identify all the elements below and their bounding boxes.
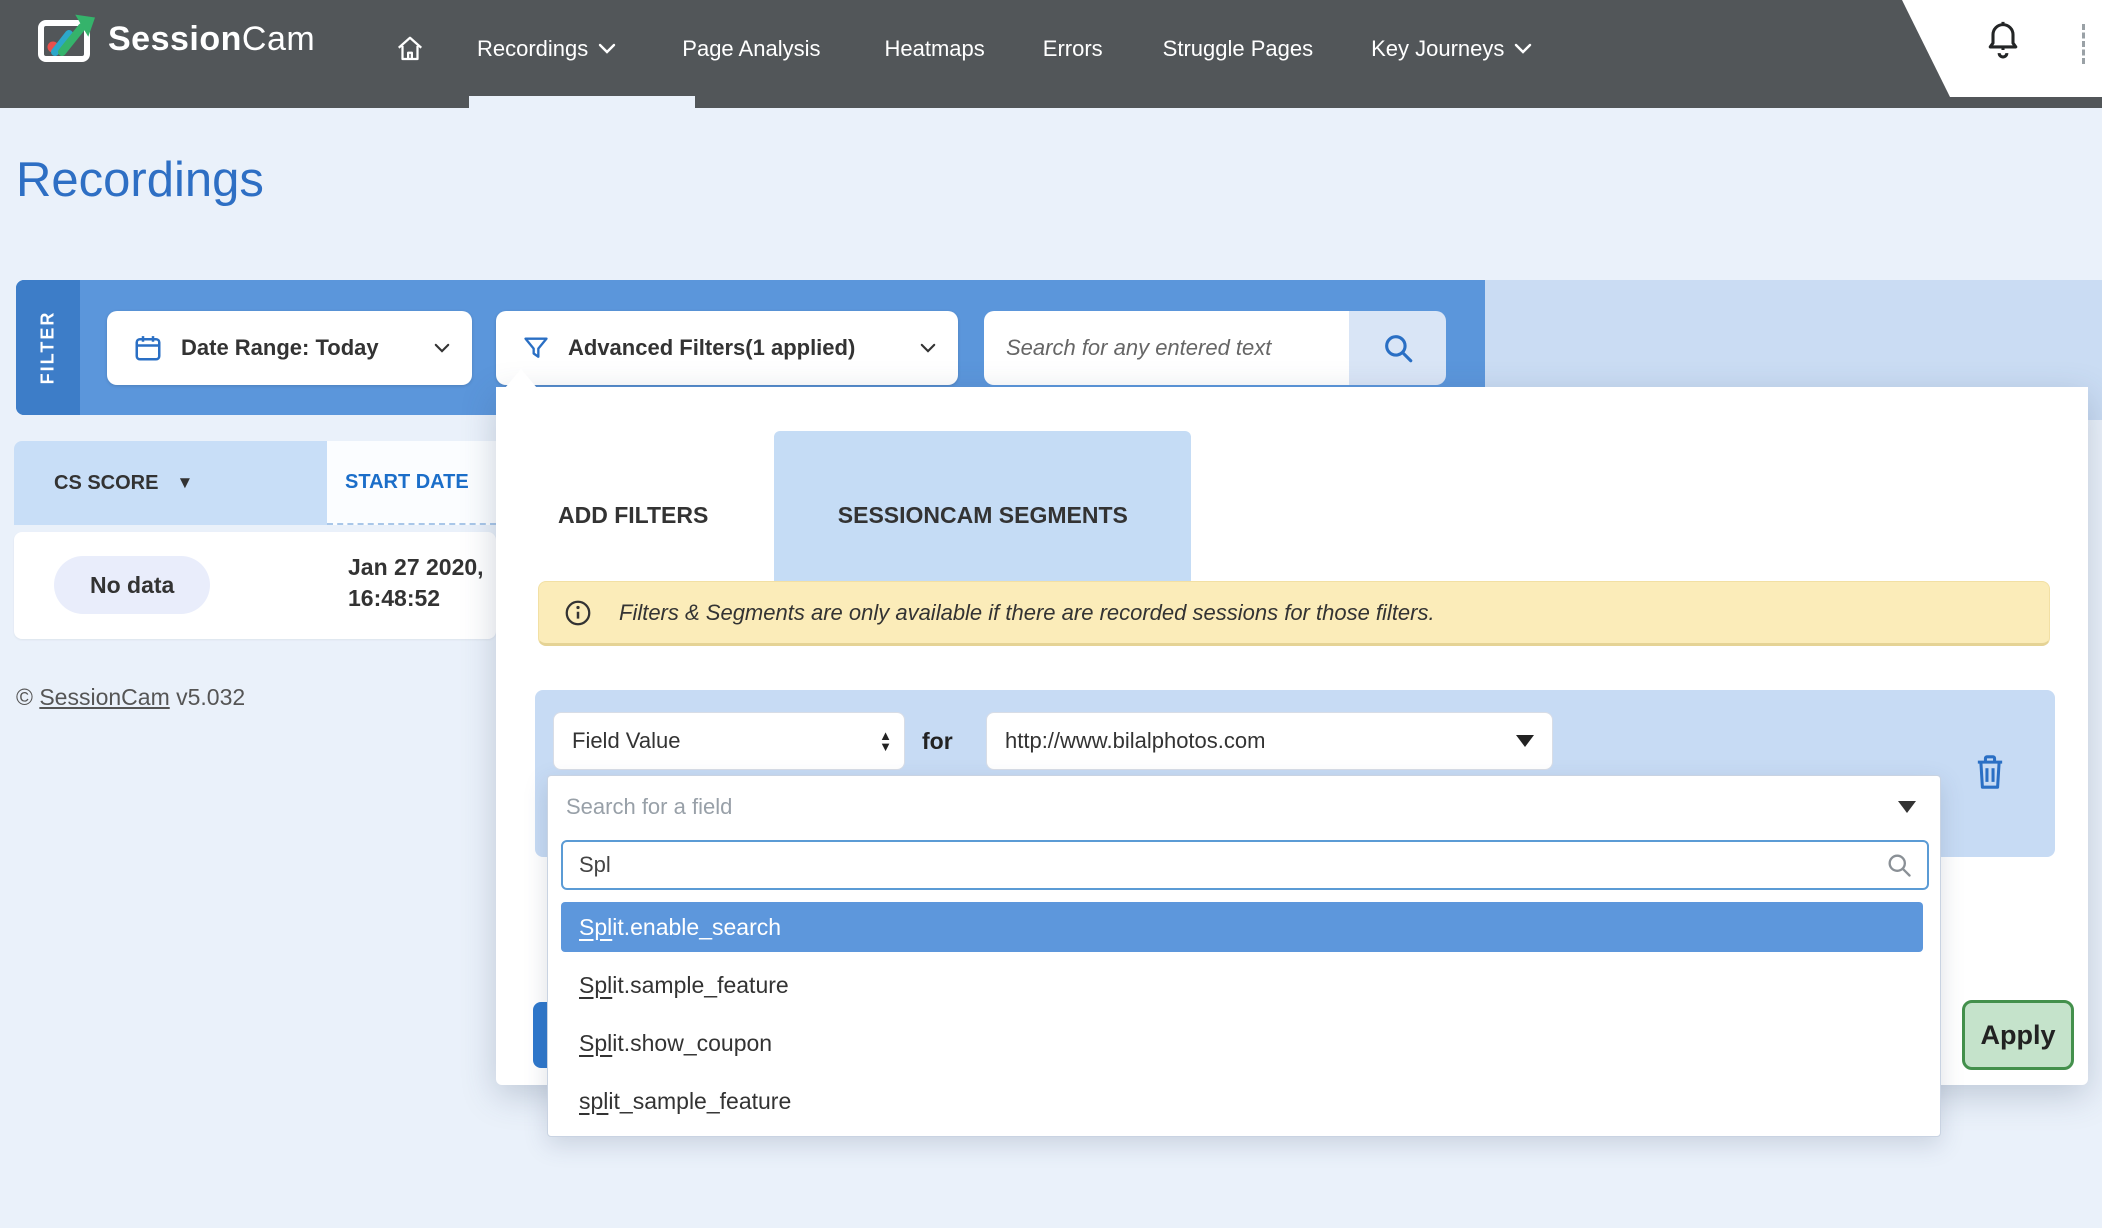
dropdown-caret-icon — [1898, 801, 1916, 813]
text-search-group — [984, 311, 1446, 385]
panel-pointer — [505, 369, 537, 388]
version-label: v5.032 — [176, 684, 245, 710]
nav-label: Recordings — [477, 36, 588, 62]
field-result-item[interactable]: split_sample_feature — [561, 1076, 1923, 1126]
nav-item-struggle-pages[interactable]: Struggle Pages — [1163, 36, 1313, 62]
column-header-start-date[interactable]: START DATE — [327, 441, 496, 525]
funnel-icon — [522, 334, 550, 362]
table-header: CS SCORE ▼ START DATE — [14, 441, 496, 525]
sessioncam-link[interactable]: SessionCam — [39, 684, 169, 710]
chevron-down-icon — [434, 343, 450, 353]
chevron-down-icon — [1514, 43, 1532, 54]
delete-filter-icon[interactable] — [1973, 753, 2007, 796]
info-banner: Filters & Segments are only available if… — [538, 581, 2050, 646]
tab-add-filters[interactable]: ADD FILTERS — [540, 431, 726, 599]
field-search-input[interactable] — [563, 852, 1885, 878]
search-icon — [1381, 331, 1415, 365]
copyright-footer: © SessionCam v5.032 — [16, 684, 245, 711]
nav-item-recordings[interactable]: Recordings — [477, 36, 616, 62]
page-title: Recordings — [16, 152, 264, 208]
text-search-input[interactable] — [984, 311, 1349, 385]
chevron-down-icon — [920, 343, 936, 353]
apply-button[interactable]: Apply — [1962, 1000, 2074, 1070]
tab-sessioncam-segments[interactable]: SESSIONCAM SEGMENTS — [774, 431, 1191, 599]
field-select-collapsed[interactable]: Search for a field — [548, 776, 1940, 838]
field-search-inputbox — [561, 840, 1929, 890]
field-result-item[interactable]: Split.sample_feature — [561, 960, 1923, 1010]
top-nav: SessionCam Recordings Page Analysis Heat… — [0, 0, 2102, 108]
field-result-item[interactable]: Split.show_coupon — [561, 1018, 1923, 1068]
overflow-menu-icon[interactable] — [2082, 24, 2085, 64]
field-result-item[interactable]: Split.enable_search — [561, 902, 1923, 952]
field-type-select[interactable]: Field Value ▲▼ — [553, 712, 905, 770]
field-results-list: Split.enable_search Split.sample_feature… — [561, 902, 1923, 1126]
sessioncam-logo-icon — [38, 14, 96, 64]
select-spinner-icon: ▲▼ — [879, 730, 892, 752]
search-button[interactable] — [1349, 311, 1446, 385]
notifications-bell-icon[interactable] — [1984, 20, 2022, 65]
active-nav-indicator — [469, 96, 695, 124]
home-icon — [395, 34, 425, 64]
chevron-down-icon — [598, 43, 616, 54]
for-label: for — [922, 712, 953, 770]
nav-item-page-analysis[interactable]: Page Analysis — [682, 36, 820, 62]
advanced-filters-button[interactable]: Advanced Filters(1 applied) — [496, 311, 958, 385]
nav-item-key-journeys[interactable]: Key Journeys — [1371, 36, 1532, 62]
nav-item-errors[interactable]: Errors — [1043, 36, 1103, 62]
table-row[interactable]: No data Jan 27 2020, 16:48:52 — [14, 532, 496, 639]
select-caret-icon — [1516, 735, 1534, 747]
field-search-dropdown: Search for a field Split.enable_search S… — [547, 775, 1941, 1137]
info-icon — [563, 598, 593, 628]
date-range-button[interactable]: Date Range: Today — [107, 311, 472, 385]
filter-vertical-tab[interactable]: FILTER — [16, 280, 80, 415]
brand-logo[interactable]: SessionCam — [38, 14, 315, 64]
brand-name: SessionCam — [108, 20, 315, 59]
nav-item-heatmaps[interactable]: Heatmaps — [884, 36, 984, 62]
cs-score-badge: No data — [54, 556, 210, 614]
nav-home[interactable] — [395, 34, 425, 64]
field-select-placeholder: Search for a field — [566, 794, 732, 820]
column-header-cs-score[interactable]: CS SCORE ▼ — [14, 441, 327, 525]
start-date-value: Jan 27 2020, 16:48:52 — [348, 552, 484, 614]
search-icon — [1885, 851, 1913, 879]
sort-desc-icon: ▼ — [176, 473, 193, 493]
site-select[interactable]: http://www.bilalphotos.com — [986, 712, 1553, 770]
calendar-icon — [133, 333, 163, 363]
